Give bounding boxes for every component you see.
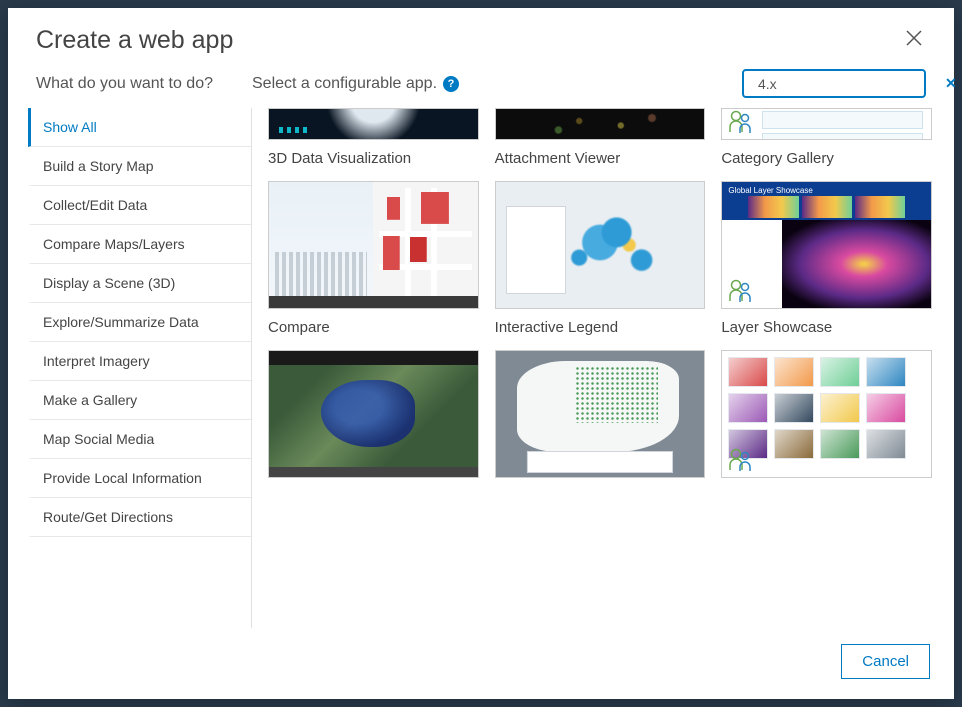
sidebar-item-collect-edit-data[interactable]: Collect/Edit Data (28, 186, 251, 225)
app-label: 3D Data Visualization (268, 150, 479, 167)
app-thumbnail (268, 350, 479, 478)
shared-badge-icon (728, 447, 752, 473)
app-thumbnail (495, 108, 706, 140)
shared-badge-icon (728, 278, 752, 304)
shared-badge-icon (728, 109, 752, 135)
app-grid: 3D Data Visualization Attachment Viewer Ca… (268, 108, 932, 478)
sidebar-item-explore-summarize-data[interactable]: Explore/Summarize Data (28, 303, 251, 342)
app-card[interactable] (721, 350, 932, 478)
app-card[interactable]: Category Gallery (721, 108, 932, 167)
close-icon (904, 28, 924, 48)
app-label: Interactive Legend (495, 319, 706, 336)
app-label: Attachment Viewer (495, 150, 706, 167)
body: Show AllBuild a Story MapCollect/Edit Da… (8, 108, 954, 628)
sidebar-item-make-a-gallery[interactable]: Make a Gallery (28, 381, 251, 420)
cancel-button[interactable]: Cancel (841, 644, 930, 679)
sidebar-heading: What do you want to do? (36, 75, 252, 93)
modal-title: Create a web app (36, 26, 233, 55)
app-thumbnail (721, 108, 932, 140)
search-field[interactable]: ✕ (742, 69, 926, 98)
sidebar-item-display-a-scene-3d-[interactable]: Display a Scene (3D) (28, 264, 251, 303)
sidebar-item-map-social-media[interactable]: Map Social Media (28, 420, 251, 459)
app-gallery-scroll[interactable]: 3D Data Visualization Attachment Viewer Ca… (252, 108, 942, 628)
content-heading: Select a configurable app. ? (252, 75, 742, 93)
create-web-app-modal: Create a web app What do you want to do?… (8, 8, 954, 699)
app-card[interactable]: Attachment Viewer (495, 108, 706, 167)
content-heading-text: Select a configurable app. (252, 75, 437, 93)
app-card[interactable] (268, 350, 479, 478)
modal-footer: Cancel (8, 628, 954, 699)
top-row: What do you want to do? Select a configu… (8, 61, 954, 108)
app-card[interactable]: Compare (268, 181, 479, 336)
modal-header: Create a web app (8, 8, 954, 61)
app-label: Category Gallery (721, 150, 932, 167)
app-thumbnail (721, 350, 932, 478)
app-card[interactable]: Global Layer Showcase Layer Showcase (721, 181, 932, 336)
app-thumbnail (495, 350, 706, 478)
help-icon[interactable]: ? (443, 76, 459, 92)
category-sidebar: Show AllBuild a Story MapCollect/Edit Da… (28, 108, 252, 628)
app-thumbnail (495, 181, 706, 309)
clear-search-button[interactable]: ✕ (945, 75, 957, 92)
close-button[interactable] (902, 26, 926, 55)
sidebar-item-interpret-imagery[interactable]: Interpret Imagery (28, 342, 251, 381)
app-card[interactable]: Interactive Legend (495, 181, 706, 336)
sidebar-item-route-get-directions[interactable]: Route/Get Directions (28, 498, 251, 537)
app-card[interactable] (495, 350, 706, 478)
sidebar-item-provide-local-information[interactable]: Provide Local Information (28, 459, 251, 498)
app-thumbnail: Global Layer Showcase (721, 181, 932, 309)
app-thumbnail (268, 181, 479, 309)
app-label: Compare (268, 319, 479, 336)
sidebar-item-build-a-story-map[interactable]: Build a Story Map (28, 147, 251, 186)
app-thumbnail (268, 108, 479, 140)
sidebar-item-show-all[interactable]: Show All (28, 108, 251, 147)
search-input[interactable] (758, 76, 939, 92)
app-card[interactable]: 3D Data Visualization (268, 108, 479, 167)
app-label: Layer Showcase (721, 319, 932, 336)
sidebar-item-compare-maps-layers[interactable]: Compare Maps/Layers (28, 225, 251, 264)
